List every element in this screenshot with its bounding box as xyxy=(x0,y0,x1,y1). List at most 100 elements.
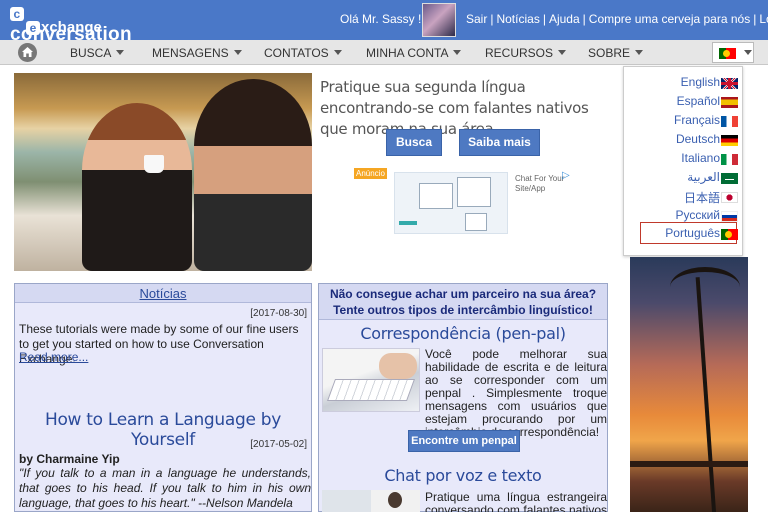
logo-badge-e: e xyxy=(26,21,40,35)
lang-espanol[interactable]: Español xyxy=(676,94,738,108)
palm-trunk xyxy=(695,277,717,512)
article-date: [2017-05-02] xyxy=(250,439,307,450)
news-panel: Notícias [2017-08-30] These tutorials we… xyxy=(14,283,312,512)
link-buy-beer[interactable]: Compre uma cerveja para nós xyxy=(589,12,750,26)
lang-italiano[interactable]: Italiano xyxy=(681,151,738,165)
user-avatar[interactable] xyxy=(422,3,456,37)
link-separator: | xyxy=(490,12,494,26)
lang-japanese[interactable]: 日本語 xyxy=(683,189,738,206)
lang-portugues[interactable]: Português xyxy=(665,226,738,240)
nav-contatos-label: CONTATOS xyxy=(264,46,329,60)
nav-minha-conta[interactable]: MINHA CONTA xyxy=(366,46,462,60)
flag-saudi-icon xyxy=(721,173,738,184)
ad-shape xyxy=(399,221,417,225)
find-penpal-button[interactable]: Encontre um penpal xyxy=(408,430,520,452)
coffee-cup xyxy=(144,155,164,173)
logo-text-exchange: xchange xyxy=(41,19,102,36)
article-quote: "If you talk to a man in a language he u… xyxy=(19,466,311,510)
site-logo[interactable]: cconversation e xchange xyxy=(6,2,146,45)
lang-arabic[interactable]: العربية xyxy=(687,170,738,184)
chevron-down-icon xyxy=(635,50,644,55)
nav-sobre[interactable]: SOBRE xyxy=(588,46,644,60)
lang-english[interactable]: English xyxy=(680,75,738,89)
chat-person xyxy=(388,492,402,508)
lang-francais-label: Français xyxy=(673,113,720,127)
penpal-keyboard-image xyxy=(322,348,420,412)
lang-arabic-label: العربية xyxy=(687,170,720,184)
flag-italy-icon xyxy=(721,154,738,165)
read-more-link[interactable]: Read more... xyxy=(19,350,88,364)
lang-espanol-label: Español xyxy=(676,94,720,108)
news-heading[interactable]: Notícias xyxy=(15,284,311,303)
exchange-heading: Não consegue achar um parceiro na sua ár… xyxy=(319,284,607,320)
flag-japan-icon xyxy=(721,192,738,203)
lang-english-label: English xyxy=(680,75,720,89)
ad-illustration[interactable] xyxy=(394,172,508,234)
nav-sobre-label: SOBRE xyxy=(588,46,631,60)
lang-italiano-label: Italiano xyxy=(681,151,720,165)
flag-france-icon xyxy=(721,116,738,127)
flag-portugal-icon xyxy=(719,48,736,59)
lang-russian-label: Русский xyxy=(675,208,720,222)
nav-busca[interactable]: BUSCA xyxy=(70,46,125,60)
nav-minha-conta-label: MINHA CONTA xyxy=(366,46,449,60)
link-help[interactable]: Ajuda xyxy=(549,12,580,26)
exchange-types-panel: Não consegue achar um parceiro na sua ár… xyxy=(318,283,608,512)
news-date: [2017-08-30] xyxy=(250,308,307,319)
sunset-palm-photo xyxy=(630,257,748,512)
link-logout[interactable]: Sair xyxy=(466,12,487,26)
lang-deutsch-label: Deutsch xyxy=(675,132,720,146)
nav-recursos-label: RECURSOS xyxy=(485,46,554,60)
lang-japanese-label: 日本語 xyxy=(683,191,720,205)
main-nav: BUSCA MENSAGENS CONTATOS MINHA CONTA REC… xyxy=(0,40,768,65)
link-separator: | xyxy=(753,12,757,26)
chevron-down-icon xyxy=(233,50,242,55)
palm-frond xyxy=(670,267,740,307)
search-button[interactable]: Busca xyxy=(386,129,442,156)
nav-recursos[interactable]: RECURSOS xyxy=(485,46,567,60)
ad-text[interactable]: Chat For Your Site/App xyxy=(515,174,565,194)
user-greeting: Olá Mr. Sassy ! xyxy=(340,12,422,26)
ad-choices-icon[interactable]: ▷ xyxy=(562,170,570,181)
pier xyxy=(630,461,748,467)
chevron-down-icon xyxy=(333,50,342,55)
chat-title[interactable]: Chat por voz e texto xyxy=(319,466,607,485)
link-news[interactable]: Notícias xyxy=(496,12,539,26)
hero-photo-women-talking xyxy=(14,73,312,271)
top-links: Sair | Notícias | Ajuda | Compre uma cerveja p… xyxy=(466,12,768,26)
nav-contatos[interactable]: CONTATOS xyxy=(264,46,342,60)
link-separator: | xyxy=(542,12,546,26)
language-selector-button[interactable] xyxy=(712,42,754,63)
ad-badge: Anúncio xyxy=(354,168,387,179)
top-header: cconversation e xchange Olá Mr. Sassy ! S… xyxy=(0,0,768,45)
chevron-down-icon xyxy=(558,50,567,55)
flag-spain-icon xyxy=(721,97,738,108)
flag-uk-icon xyxy=(721,78,738,89)
chat-description: Pratique uma língua estrangeira conversa… xyxy=(425,490,607,512)
penpal-description: Você pode melhorar sua habilidade de esc… xyxy=(425,347,607,439)
lang-portugues-label: Português xyxy=(665,226,720,240)
link-shop[interactable]: Loja xyxy=(759,12,768,26)
flag-russia-icon xyxy=(721,211,738,222)
hand-shape xyxy=(379,353,417,379)
flag-germany-icon xyxy=(721,135,738,146)
learn-more-button[interactable]: Saiba mais xyxy=(459,129,540,156)
penpal-title[interactable]: Correspondência (pen-pal) xyxy=(319,324,607,343)
ad-shape xyxy=(465,213,487,231)
ad-shape xyxy=(419,183,453,209)
chevron-down-icon xyxy=(453,50,462,55)
lang-deutsch[interactable]: Deutsch xyxy=(675,132,738,146)
chevron-down-icon xyxy=(744,50,752,55)
nav-mensagens[interactable]: MENSAGENS xyxy=(152,46,242,60)
home-icon[interactable] xyxy=(18,43,37,62)
lang-francais[interactable]: Français xyxy=(673,113,738,127)
nav-busca-label: BUSCA xyxy=(70,46,112,60)
nav-mensagens-label: MENSAGENS xyxy=(152,46,229,60)
lang-russian[interactable]: Русский xyxy=(675,208,738,222)
link-separator: | xyxy=(582,12,586,26)
hero-person-right xyxy=(194,79,312,271)
chat-image xyxy=(322,490,420,512)
chevron-down-icon xyxy=(116,50,125,55)
flag-portugal-icon xyxy=(721,229,738,240)
article-byline: by Charmaine Yip xyxy=(19,452,120,466)
